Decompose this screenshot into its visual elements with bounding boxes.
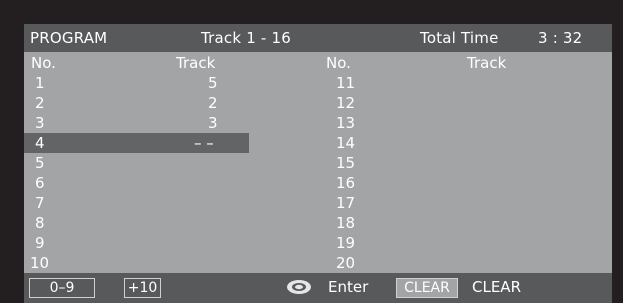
program-row[interactable]: 2 2 12 bbox=[24, 93, 612, 113]
left-row-number: 5 bbox=[35, 154, 45, 172]
right-row-number: 19 bbox=[336, 234, 356, 252]
left-row-track: 3 bbox=[208, 114, 218, 132]
program-row[interactable]: 6 16 bbox=[24, 173, 612, 193]
left-row-number: 8 bbox=[35, 214, 45, 232]
program-screen: PROGRAM Track 1 - 16 Total Time 3 : 32 N… bbox=[24, 24, 612, 303]
right-row-number: 13 bbox=[336, 114, 356, 132]
program-row[interactable]: 3 3 13 bbox=[24, 113, 612, 133]
column-header-no-left: No. bbox=[31, 54, 56, 72]
header-bar: PROGRAM Track 1 - 16 Total Time 3 : 32 bbox=[24, 24, 612, 52]
right-row-number: 16 bbox=[336, 174, 356, 192]
plus10-key[interactable]: +10 bbox=[124, 278, 161, 298]
program-row[interactable]: 9 19 bbox=[24, 233, 612, 253]
program-row[interactable]: 1 5 11 bbox=[24, 73, 612, 93]
digits-key[interactable]: 0–9 bbox=[29, 278, 95, 298]
enter-label: Enter bbox=[328, 278, 369, 296]
left-row-number: 4 bbox=[35, 134, 45, 152]
program-row[interactable]: 10 20 bbox=[24, 253, 612, 273]
clear-label: CLEAR bbox=[472, 278, 521, 296]
column-header-track-right: Track bbox=[467, 54, 507, 72]
enter-button-icon bbox=[287, 280, 311, 294]
right-row-number: 12 bbox=[336, 94, 356, 112]
left-row-track: 2 bbox=[208, 94, 218, 112]
right-row-number: 18 bbox=[336, 214, 356, 232]
right-row-number: 20 bbox=[336, 254, 356, 272]
right-row-number: 17 bbox=[336, 194, 356, 212]
left-row-number: 2 bbox=[35, 94, 45, 112]
program-row[interactable]: 7 17 bbox=[24, 193, 612, 213]
program-row[interactable]: 8 18 bbox=[24, 213, 612, 233]
program-title: PROGRAM bbox=[30, 29, 108, 47]
left-row-number: 3 bbox=[35, 114, 45, 132]
left-row-track: 5 bbox=[208, 74, 218, 92]
left-row-number: 7 bbox=[35, 194, 45, 212]
total-time-value: 3 : 32 bbox=[538, 29, 583, 47]
right-row-number: 14 bbox=[336, 134, 356, 152]
left-row-number: 1 bbox=[35, 74, 45, 92]
column-header-no-right: No. bbox=[326, 54, 351, 72]
left-row-number: 10 bbox=[30, 254, 50, 272]
clear-key[interactable]: CLEAR bbox=[396, 278, 458, 298]
program-row[interactable]: 4 – – 14 bbox=[24, 133, 612, 153]
total-time-label: Total Time bbox=[420, 29, 499, 47]
program-row[interactable]: 5 15 bbox=[24, 153, 612, 173]
left-row-track: – – bbox=[194, 134, 214, 152]
column-header-track-left: Track bbox=[176, 54, 216, 72]
track-range: Track 1 - 16 bbox=[201, 29, 291, 47]
left-row-number: 6 bbox=[35, 174, 45, 192]
right-row-number: 15 bbox=[336, 154, 356, 172]
right-row-number: 11 bbox=[336, 74, 356, 92]
footer-bar: 0–9 +10 Enter CLEAR CLEAR bbox=[24, 273, 612, 303]
left-row-number: 9 bbox=[35, 234, 45, 252]
